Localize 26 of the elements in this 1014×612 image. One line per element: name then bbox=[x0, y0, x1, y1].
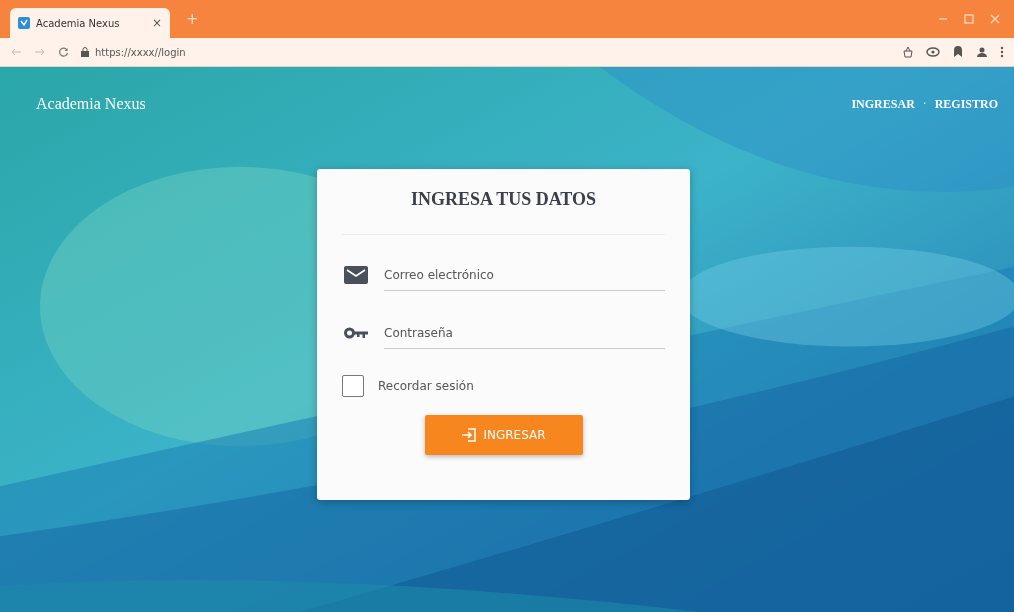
eye-icon[interactable] bbox=[926, 47, 940, 57]
nav-link[interactable]: REGISTRO bbox=[934, 96, 998, 112]
input-field[interactable]: Correo electrónico bbox=[384, 259, 665, 291]
input-field[interactable]: Contraseña bbox=[384, 317, 665, 349]
checkbox[interactable] bbox=[342, 375, 364, 397]
profile-icon[interactable] bbox=[976, 46, 988, 58]
nav-separator: · bbox=[922, 97, 927, 111]
browser-tab[interactable]: Academia Nexus × bbox=[10, 8, 170, 38]
new-tab-button[interactable]: + bbox=[186, 10, 199, 28]
login-icon bbox=[461, 428, 478, 442]
bookmark-icon[interactable] bbox=[952, 46, 964, 58]
checkbox-label: Recordar sesión bbox=[378, 379, 474, 393]
close-tab-button[interactable]: × bbox=[151, 16, 162, 30]
tab-title: Academia Nexus bbox=[36, 17, 121, 29]
brand-name[interactable]: Academia Nexus bbox=[36, 95, 146, 113]
extension-icon[interactable] bbox=[902, 46, 914, 58]
card-title: INGRESA TUS DATOS bbox=[409, 189, 598, 210]
envelope-icon bbox=[344, 266, 368, 284]
favicon-icon bbox=[18, 17, 30, 29]
lock-icon bbox=[81, 47, 89, 57]
key-icon bbox=[344, 327, 368, 339]
url-field[interactable]: https://xxxx//login bbox=[81, 41, 890, 63]
nav-link[interactable]: INGRESAR bbox=[851, 96, 915, 112]
login-button[interactable]: INGRESAR bbox=[424, 415, 583, 455]
menu-icon[interactable] bbox=[1000, 46, 1004, 58]
reload-icon[interactable] bbox=[58, 46, 69, 58]
